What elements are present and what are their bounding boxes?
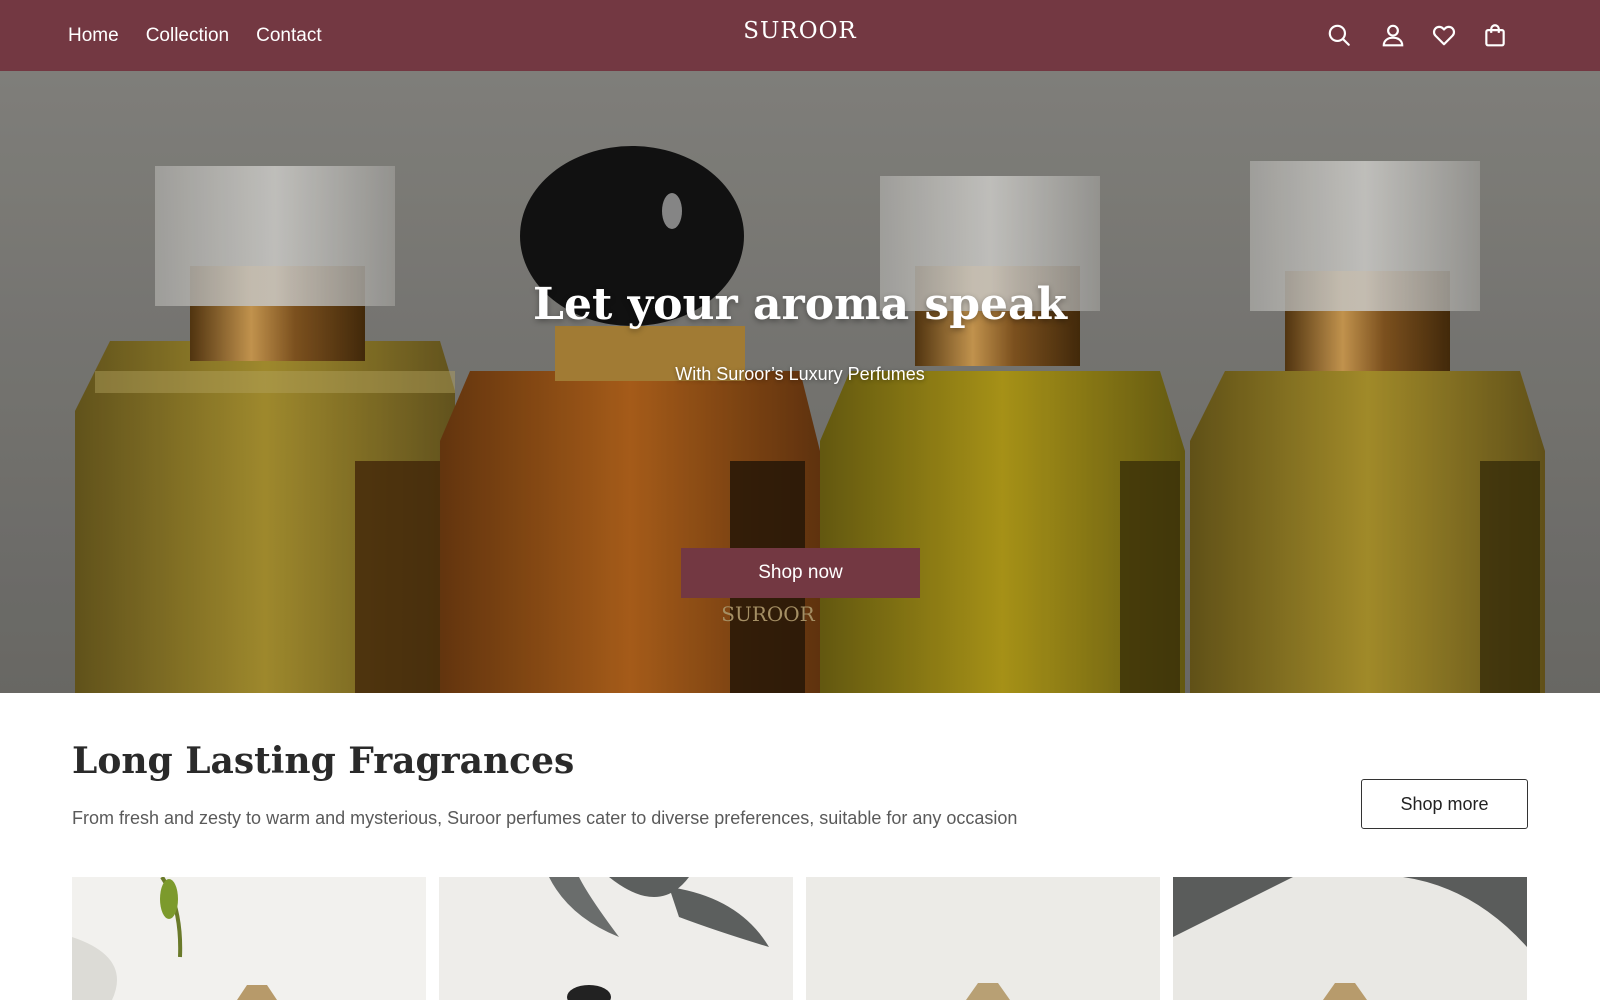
product-card[interactable] [806,877,1160,1000]
wishlist-icon[interactable] [1431,22,1457,48]
section-title: Long Lasting Fragrances [72,740,575,782]
nav-link-contact[interactable]: Contact [256,25,321,47]
nav-link-home[interactable]: Home [68,25,119,47]
hero-subtitle: With Suroor’s Luxury Perfumes [675,364,925,384]
top-navigation-bar: Home Collection Contact SUROOR [0,0,1600,71]
product-grid [72,877,1528,1000]
product-image [806,877,1160,1000]
product-card[interactable] [1173,877,1527,1000]
main-nav: Home Collection Contact [68,0,322,71]
product-card[interactable] [439,877,793,1000]
search-icon[interactable] [1326,22,1352,48]
product-card[interactable] [72,877,426,1000]
cart-icon[interactable] [1482,22,1508,48]
product-image [72,877,426,1000]
hero-title: Let your aroma speak [533,279,1067,330]
shop-more-button[interactable]: Shop more [1361,779,1528,829]
section-description: From fresh and zesty to warm and mysteri… [72,808,1018,828]
shop-now-button[interactable]: Shop now [681,548,920,598]
hero-banner: SUROOR Let your aroma speak With Suroor’… [0,71,1600,693]
product-image [439,877,793,1000]
account-icon[interactable] [1380,22,1406,48]
product-image [1173,877,1527,1000]
nav-link-collection[interactable]: Collection [146,25,229,47]
